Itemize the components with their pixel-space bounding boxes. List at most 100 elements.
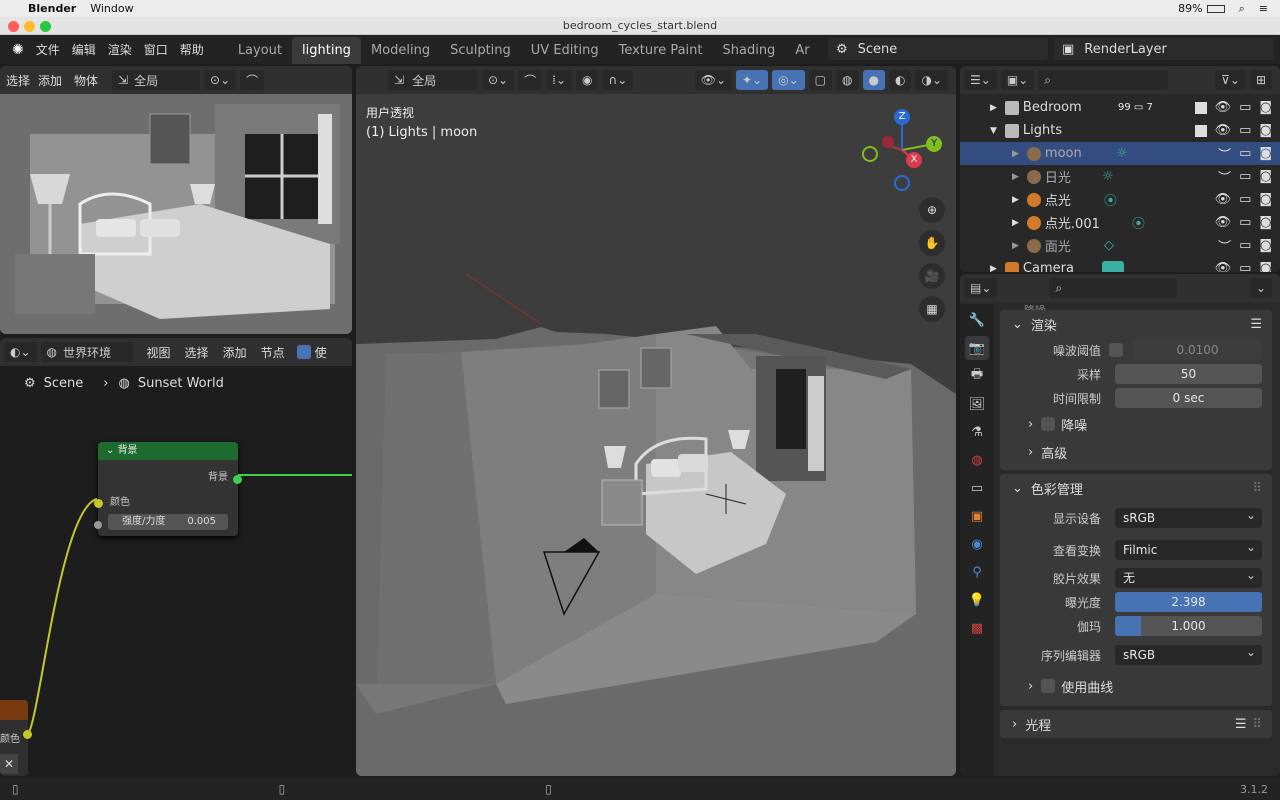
color-management-header[interactable]: ⌄ 色彩管理 ⠿ <box>1000 474 1272 502</box>
axis-neg-y[interactable] <box>862 146 878 162</box>
viewport-icon[interactable]: ▭ <box>1239 169 1251 184</box>
left-3d-viewport[interactable]: 选择 添加 物体 ⇲ 全局 ⊙⌄ ⌒ <box>0 66 352 334</box>
navigation-gizmo[interactable]: Z Y X <box>856 106 952 196</box>
sequencer-dropdown[interactable]: sRGB <box>1115 642 1262 665</box>
use-curves-subpanel[interactable]: › 使用曲线 <box>1000 672 1272 700</box>
outliner-row-lights[interactable]: ▼ Lights 👁 ▭ ◙ <box>960 119 1280 142</box>
gamma-slider[interactable]: 1.000 <box>1115 616 1262 636</box>
render-icon[interactable]: ◙ <box>1259 100 1272 115</box>
axis-neg-z[interactable] <box>894 175 910 191</box>
render-subpanel-header[interactable]: ⌄ 渲染 ☰ <box>1000 310 1272 338</box>
eye-closed-icon[interactable]: ︶ <box>1218 236 1231 255</box>
menu-render[interactable]: 渲染 <box>108 41 132 58</box>
falloff-dropdown[interactable]: ∩⌄ <box>602 70 634 90</box>
expand-camera-icon[interactable]: ▶ <box>990 264 997 273</box>
list-icon[interactable]: ☰ <box>1250 317 1262 332</box>
expand-icon[interactable]: ▶ <box>1012 218 1019 228</box>
world-tab-icon[interactable]: ◍ <box>965 448 989 472</box>
eye-icon[interactable]: 👁 <box>1215 192 1232 207</box>
display-device-dropdown[interactable]: sRGB <box>1115 505 1262 528</box>
new-collection-icon[interactable]: ⊞ <box>1249 70 1272 90</box>
texture-tab-icon[interactable]: ▩ <box>965 616 989 640</box>
collection-tab-icon[interactable]: ▭ <box>965 476 989 500</box>
outliner-row-pointlight-001[interactable]: ▶ 点光.001 ⦿ 👁 ▭ ◙ <box>960 211 1280 234</box>
expand-bedroom-icon[interactable]: ▶ <box>990 103 997 113</box>
eye-closed-icon[interactable]: ︶ <box>1218 144 1231 163</box>
axis-z[interactable]: Z <box>894 109 910 125</box>
outliner[interactable]: ☰⌄ ▣⌄ ⌕ ⊽⌄ ⊞ ▶ Bedroom 99 ▭ 7 👁 ▭ ◙ ▼ Ligh… <box>960 66 1280 272</box>
menu-file[interactable]: 文件 <box>36 41 60 58</box>
physics-tab-icon[interactable]: ◉ <box>965 532 989 556</box>
time-limit-field[interactable]: 0 sec <box>1115 388 1262 408</box>
zoom-icon[interactable]: ⊕ <box>919 197 945 223</box>
tab-texture-paint[interactable]: Texture Paint <box>609 37 713 64</box>
drag-handle-icon[interactable]: ⠿ <box>1252 481 1262 496</box>
use-curves-checkbox[interactable] <box>1041 679 1056 693</box>
eye-closed-icon[interactable]: ︶ <box>1218 167 1231 186</box>
overlay-toggle[interactable]: ◎⌄ <box>772 70 805 90</box>
minimize-window-icon[interactable] <box>24 21 35 32</box>
viewport-icon[interactable]: ▭ <box>1239 100 1251 115</box>
axis-y[interactable]: Y <box>926 136 942 152</box>
scene-view[interactable] <box>356 94 956 776</box>
tab-uv-editing[interactable]: UV Editing <box>521 37 609 64</box>
shading-wireframe-icon[interactable]: ◍ <box>836 70 859 90</box>
blender-logo-icon[interactable]: ✺ <box>12 42 24 58</box>
filter-dropdown[interactable]: ⊽⌄ <box>1215 70 1246 90</box>
pivot-dropdown[interactable]: ⊙⌄ <box>482 70 515 90</box>
renderlayer-selector[interactable]: ▣ RenderLayer <box>1054 38 1274 60</box>
viewport-icon[interactable]: ▭ <box>1239 238 1251 253</box>
output-tab-icon[interactable]: 🖶 <box>965 364 989 388</box>
shading-solid-icon[interactable]: ● <box>862 70 885 90</box>
outliner-row-camera[interactable]: ▶ Camera 👁 ▭ ◙ <box>960 257 1280 272</box>
eye-icon[interactable]: 👁 <box>1215 215 1232 230</box>
expand-lights-icon[interactable]: ▼ <box>990 126 997 136</box>
shading-material-icon[interactable]: ◐ <box>888 70 912 90</box>
tab-layout[interactable]: Layout <box>228 37 292 64</box>
outliner-row-sunlight[interactable]: ▶ 日光 ☼ ︶ ▭ ◙ <box>960 165 1280 188</box>
expand-icon[interactable]: ▶ <box>1012 241 1019 251</box>
xray-toggle[interactable]: ▢ <box>808 70 833 90</box>
render-icon[interactable]: ◙ <box>1259 215 1272 230</box>
render-icon[interactable]: ◙ <box>1259 192 1272 207</box>
denoise-checkbox[interactable] <box>1041 417 1056 431</box>
left-orientation-dropdown[interactable]: ⇲ 全局 <box>112 70 201 90</box>
light-paths-header[interactable]: › 光程 ☰ ⠿ <box>1000 710 1272 738</box>
outliner-row-moon[interactable]: ▶ moon ☼ ︶ ▭ ◙ <box>960 142 1280 165</box>
search-icon[interactable]: ⌕ <box>1239 2 1245 16</box>
eye-icon[interactable]: 👁 <box>1215 261 1232 272</box>
constraints-tab-icon[interactable]: ⚲ <box>965 560 989 584</box>
partial-node-socket[interactable] <box>23 730 32 739</box>
render-icon[interactable]: ◙ <box>1259 261 1272 272</box>
close-icon[interactable]: ✕ <box>0 754 18 774</box>
app-menu[interactable]: Blender <box>28 2 76 15</box>
viewport-icon[interactable]: ▭ <box>1239 192 1251 207</box>
gizmo-toggle[interactable]: ✦⌄ <box>736 70 769 90</box>
window-menu[interactable]: Window <box>90 2 133 15</box>
denoise-subpanel[interactable]: › 降噪 <box>1000 410 1272 438</box>
left-add-menu[interactable]: 添加 <box>38 72 62 89</box>
look-dropdown[interactable]: 无 <box>1115 565 1262 588</box>
shading-rendered-icon[interactable]: ◑⌄ <box>915 70 948 90</box>
render-icon[interactable]: ◙ <box>1259 146 1272 161</box>
menu-window[interactable]: 窗口 <box>144 41 168 58</box>
viewport-icon[interactable]: ▭ <box>1239 215 1251 230</box>
perspective-grid-icon[interactable]: ▦ <box>919 296 945 322</box>
outliner-row-pointlight[interactable]: ▶ 点光 ⦿ 👁 ▭ ◙ <box>960 188 1280 211</box>
render-icon[interactable]: ◙ <box>1259 238 1272 253</box>
include-checkbox[interactable] <box>1194 101 1207 114</box>
menu-help[interactable]: 帮助 <box>180 41 204 58</box>
orientation-dropdown[interactable]: ⇲ 全局 <box>388 70 478 90</box>
left-snap-toggle[interactable]: ⌒ <box>240 70 265 90</box>
left-object-menu[interactable]: 物体 <box>74 72 98 89</box>
viewport-icon[interactable]: ▭ <box>1239 261 1251 272</box>
scene-tab-icon[interactable]: ⚗ <box>965 420 989 444</box>
menu-edit[interactable]: 编辑 <box>72 41 96 58</box>
expand-icon[interactable]: ▶ <box>1012 172 1019 182</box>
viewport-icon[interactable]: ▭ <box>1239 146 1251 161</box>
render-tab-icon[interactable]: 📷 <box>965 336 989 360</box>
pan-hand-icon[interactable]: ✋ <box>919 230 945 256</box>
outliner-editor-type[interactable]: ☰⌄ <box>964 70 997 90</box>
tool-tab-icon[interactable]: 🔧 <box>965 308 989 332</box>
main-3d-viewport[interactable]: ⇲ 全局 ⊙⌄ ⌒ ⁞⌄ ◉ ∩⌄ 👁⌄ ✦⌄ ◎⌄ ▢ ◍ ● ◐ ◑⌄ 用户… <box>356 66 956 776</box>
